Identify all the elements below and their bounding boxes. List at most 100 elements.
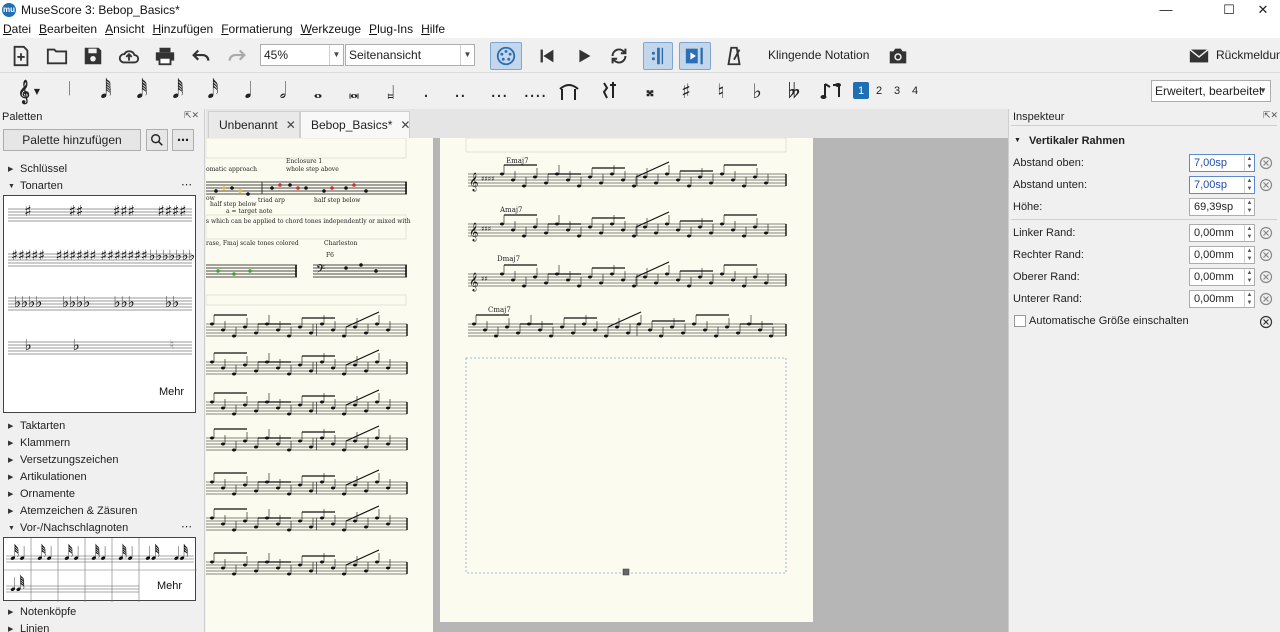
score-page-right[interactable]: Emaj7 Amaj7 Dmaj7 Cmaj7 𝄞 ♯♯♯♯ 𝄞 ♯♯♯ 𝄞 ♯♯ [440,138,813,622]
voice-2-button[interactable]: 2 [871,82,887,99]
repeat-playback-icon[interactable] [643,42,673,70]
menu-hilfe[interactable]: Hilfe [418,22,450,36]
spin-arrows-icon[interactable]: ▲ ▼ [1244,247,1254,263]
reset-icon[interactable] [1259,226,1273,240]
palette-item-ornaments[interactable]: ▶ Ornamente [8,488,75,500]
tie-icon[interactable] [555,77,583,105]
loop-icon[interactable] [605,42,633,70]
tab-bebop-basics[interactable]: Bebop_Basics* ✕ [300,111,410,138]
note-16th-alt-icon[interactable]: 𝅘𝅥𝅱 [166,77,190,105]
palette-item-keysigs[interactable]: ▼ Tonarten [8,180,63,192]
reset-icon[interactable] [1259,315,1273,329]
palette-item-breaths[interactable]: ▶ Atemzeichen & Zäsuren [8,505,137,517]
print-icon[interactable] [151,42,179,70]
reset-icon[interactable] [1259,270,1273,284]
reset-icon[interactable] [1259,178,1273,192]
height-input[interactable]: 69,39sp ▲ ▼ [1189,198,1255,216]
spin-arrows-icon[interactable]: ▲ ▼ [1244,199,1254,215]
zoom-combo[interactable]: 45% ▼ [260,44,344,66]
spin-arrows-icon[interactable]: ▲ ▼ [1244,225,1254,241]
view-mode-combo[interactable]: Seitenansicht ▼ [345,44,475,66]
score-page-left[interactable]: 𝄢 Enclosure 1 whole step above omatic ap… [206,138,433,632]
play-icon[interactable] [570,42,598,70]
pan-score-icon[interactable] [679,42,711,70]
feedback-button[interactable]: Rückmeldung [1216,48,1280,62]
more-grace-notes-link[interactable]: Mehr [157,580,182,592]
spin-arrows-icon[interactable]: ▲ ▼ [1244,155,1254,171]
bottom-gap-input[interactable]: 7,00sp ▲ ▼ [1189,176,1255,194]
menu-werkzeuge[interactable]: Werkzeuge [298,22,366,36]
voice-3-button[interactable]: 3 [889,82,905,99]
open-folder-icon[interactable] [43,42,71,70]
flip-direction-icon[interactable] [818,77,844,105]
vertical-frame-selected[interactable] [465,357,787,574]
note-input-mode-icon[interactable]: 𝄞 ▼ [10,77,48,105]
palette-item-articulations[interactable]: ▶ Artikulationen [8,471,87,483]
right-margin-input[interactable]: 0,00mm ▲ ▼ [1189,246,1255,264]
triple-dot-icon[interactable]: ... [488,77,510,105]
note-32nd-icon[interactable]: 𝅘𝅥𝅲 [94,77,118,105]
note-breve-icon[interactable]: 𝅜 [341,77,367,105]
score-canvas[interactable]: 𝄢 Enclosure 1 whole step above omatic ap… [206,138,1008,632]
spin-arrows-icon[interactable]: ▲ ▼ [1244,291,1254,307]
voice-1-button[interactable]: 1 [853,82,869,99]
sharp-icon[interactable]: ♯ [676,77,696,105]
more-options-icon[interactable]: ⋯ [181,520,192,533]
close-icon[interactable]: ✕ [400,118,410,132]
undo-icon[interactable] [187,42,215,70]
palette-item-timesigs[interactable]: ▶ Taktarten [8,420,65,432]
note-input-toggle[interactable] [490,42,522,70]
cloud-upload-icon[interactable] [115,42,143,70]
close-button[interactable]: ✕ [1240,0,1280,19]
menu-ansicht[interactable]: Ansicht [102,22,149,36]
frame-resize-handle[interactable] [622,568,630,576]
reset-icon[interactable] [1259,156,1273,170]
metronome-icon[interactable] [720,42,748,70]
rewind-icon[interactable] [533,42,561,70]
more-options-icon[interactable]: ⋯ [181,178,192,191]
note-16th-icon[interactable]: 𝅘𝅥𝅱 [130,77,154,105]
palette-item-brackets[interactable]: ▶ Klammern [8,437,70,449]
save-icon[interactable] [79,42,107,70]
natural-icon[interactable]: ♮ [711,77,731,105]
spin-arrows-icon[interactable]: ▲ ▼ [1244,177,1254,193]
palette-item-lines[interactable]: ▶ Linien [8,623,49,632]
palette-item-clefs[interactable]: ▶ Schlüssel [8,163,67,175]
bottom-margin-input[interactable]: 0,00mm ▲ ▼ [1189,290,1255,308]
close-icon[interactable]: ✕ [286,118,296,132]
reset-icon[interactable] [1259,248,1273,262]
voice-4-button[interactable]: 4 [907,82,923,99]
search-icon[interactable] [146,129,168,151]
menu-plugins[interactable]: Plug-Ins [366,22,418,36]
reset-icon[interactable] [1259,292,1273,306]
envelope-icon[interactable] [1185,42,1213,70]
palette-item-grace-notes[interactable]: ▼ Vor-/Nachschlagnoten [8,522,128,534]
menu-hinzufuegen[interactable]: Hinzufügen [149,22,218,36]
quadruple-dot-icon[interactable]: .... [522,77,548,105]
menu-bearbeiten[interactable]: Bearbeiten [36,22,102,36]
note-longa-icon[interactable]: 𝆷 [378,77,404,105]
double-flat-icon[interactable]: 𝄫 [782,77,806,105]
rest-icon[interactable] [596,77,624,105]
more-key-signatures-link[interactable]: Mehr [159,386,184,398]
top-gap-input[interactable]: 7,00sp ▲ ▼ [1189,154,1255,172]
palette-item-noteheads[interactable]: ▶ Notenköpfe [8,606,76,618]
left-margin-input[interactable]: 0,00mm ▲ ▼ [1189,224,1255,242]
minimize-button[interactable]: — [1143,0,1189,19]
note-whole-icon[interactable]: 𝅝 [306,77,330,105]
double-sharp-icon[interactable]: 𝄪 [640,77,660,105]
auto-size-checkbox[interactable] [1014,315,1026,327]
menu-datei[interactable]: Datei [0,22,36,36]
menu-formatierung[interactable]: Formatierung [218,22,297,36]
note-half-icon[interactable]: 𝅗𝅥 [271,77,295,105]
panel-undock-icon[interactable]: ⇱✕ [1263,110,1278,121]
top-margin-input[interactable]: 0,00mm ▲ ▼ [1189,268,1255,286]
add-palette-button[interactable]: Palette hinzufügen [3,129,141,151]
note-eighth-icon[interactable]: 𝅘𝅥𝅰 [201,77,225,105]
note-64th-icon[interactable]: 𝅥 [58,77,82,105]
flat-icon[interactable]: ♭ [747,77,767,105]
workspace-combo[interactable]: Erweitert, bearbeitet ▼ [1151,80,1271,102]
double-dot-icon[interactable]: .. [450,77,470,105]
concert-pitch-toggle[interactable]: Klingende Notation [768,48,869,62]
tab-unbenannt[interactable]: Unbenannt ✕ [208,111,300,138]
